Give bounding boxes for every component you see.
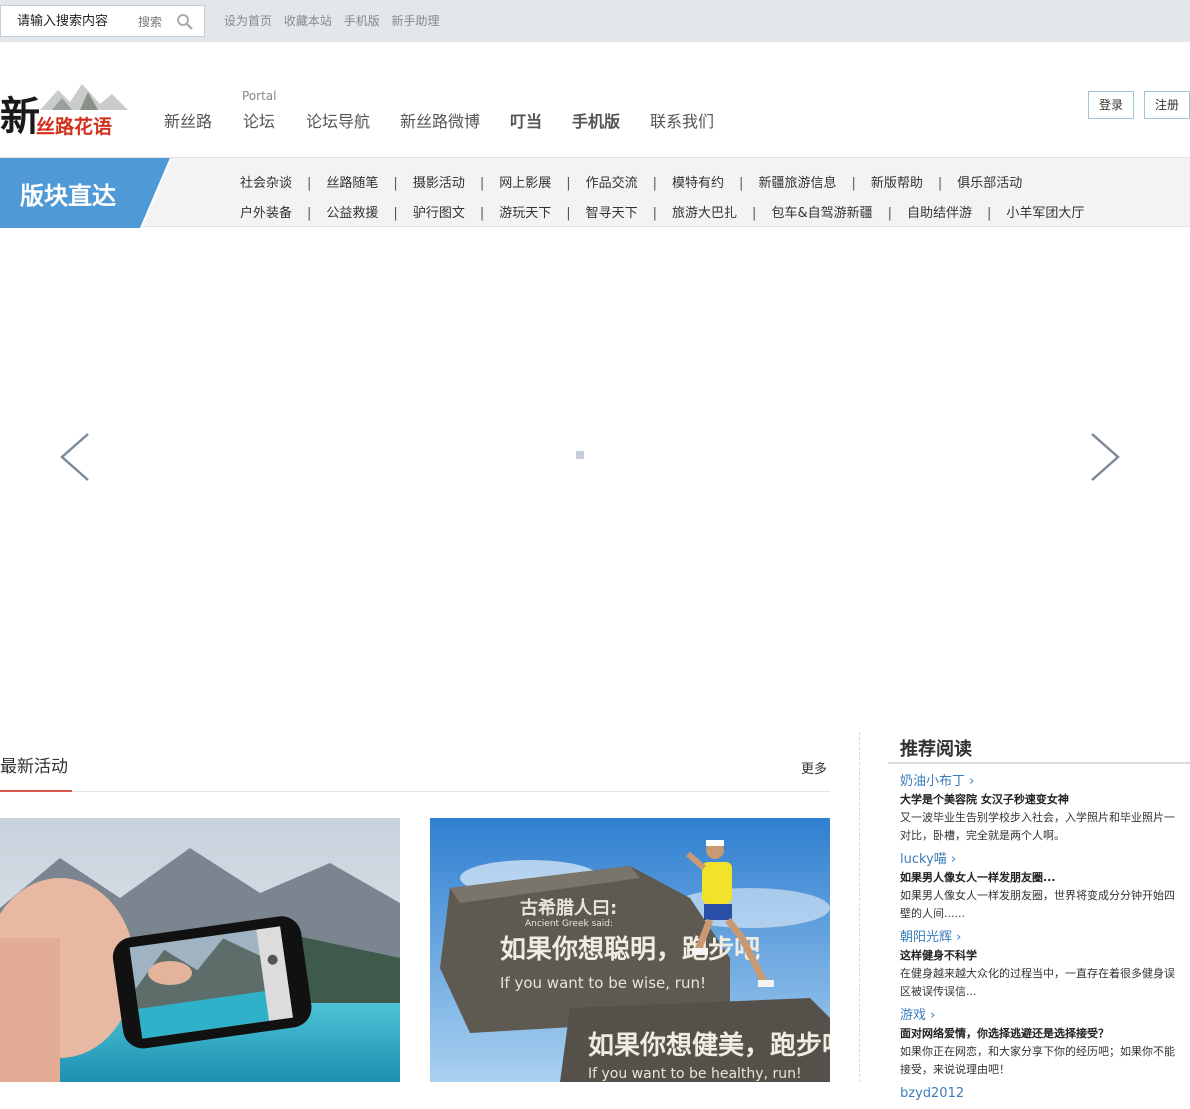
search-box[interactable]: 请输入搜索内容 搜索 xyxy=(0,5,205,37)
set-homepage-link[interactable]: 设为首页 xyxy=(224,14,272,28)
banner-slider xyxy=(0,228,1190,698)
section-link[interactable]: 包车&自驾游新疆 xyxy=(771,202,872,221)
section-link[interactable]: 驴行图文 xyxy=(413,202,465,221)
section-link[interactable]: 智寻天下 xyxy=(586,202,638,221)
section-link[interactable]: 社会杂谈 xyxy=(240,172,292,191)
title-underline xyxy=(888,762,1190,764)
mobile-link[interactable]: 手机版 xyxy=(344,14,380,28)
title-underline xyxy=(0,790,72,792)
section-link[interactable]: 模特有约 xyxy=(672,172,724,191)
section-link[interactable]: 户外装备 xyxy=(240,202,292,221)
nav-dingdang[interactable]: 叮当 xyxy=(510,108,542,132)
author-link[interactable]: 游戏 › xyxy=(900,1007,1182,1025)
poster-text: If you want to be wise, run! xyxy=(500,974,706,992)
article-headline[interactable]: 大学是个美容院 女汉子秒速变女神 xyxy=(900,791,1182,809)
svg-text:新: 新 xyxy=(0,93,40,140)
portal-label: Portal xyxy=(242,89,277,103)
section-row-1: 社会杂谈 | 丝路随笔 | 摄影活动 | 网上影展 | 作品交流 | 模特有约 | 新疆旅游信息 | 新版帮… xyxy=(240,172,1022,191)
poster-text: If you want to be healthy, run! xyxy=(588,1066,802,1082)
author-link[interactable]: bzyd2012 xyxy=(900,1085,1182,1103)
nav-weibo[interactable]: 新丝路微博 xyxy=(400,108,480,132)
newbie-helper-link[interactable]: 新手助理 xyxy=(392,14,440,28)
nav-forum-guide[interactable]: 论坛导航 xyxy=(306,108,370,132)
section-row-2: 户外装备 | 公益救援 | 驴行图文 | 游玩天下 | 智寻天下 | 旅游大巴扎 | 包车&自驾游新疆 |… xyxy=(240,202,1084,221)
article-headline[interactable]: 这样健身不科学 xyxy=(900,947,1182,965)
poster-text: Ancient Greek said: xyxy=(525,919,613,929)
login-button[interactable]: 登录 xyxy=(1088,91,1134,119)
divider xyxy=(0,791,830,792)
nav-xinsilu[interactable]: 新丝路 xyxy=(164,108,212,132)
list-item: 朝阳光辉 › 这样健身不科学 在健身越来越大众化的过程当中，一直存在着很多健身误… xyxy=(900,929,1182,1001)
slider-indicator-dot[interactable] xyxy=(576,451,584,459)
nav-contact[interactable]: 联系我们 xyxy=(650,108,714,132)
article-summary: 如果你正在网恋，和大家分享下你的经历吧；如果你不能接受，来说说理由吧！ xyxy=(900,1045,1175,1076)
section-link[interactable]: 作品交流 xyxy=(586,172,638,191)
activity-thumbnail-runner-stone[interactable]: 古希腊人曰: Ancient Greek said: 如果你想聪明，跑步吧 If… xyxy=(430,818,830,1082)
register-button[interactable]: 注册 xyxy=(1144,91,1190,119)
author-link[interactable]: 奶油小布丁 › xyxy=(900,773,1182,791)
recommended-reading-title: 推荐阅读 xyxy=(900,739,972,760)
more-link[interactable]: 更多 xyxy=(801,758,827,777)
article-headline[interactable]: 如果男人像女人一样发朋友圈... xyxy=(900,869,1182,887)
section-link[interactable]: 小羊军团大厅 xyxy=(1006,202,1084,221)
article-summary: 在健身越来越大众化的过程当中，一直存在着很多健身误区被误传误信... xyxy=(900,967,1175,998)
section-link[interactable]: 旅游大巴扎 xyxy=(672,202,737,221)
section-link[interactable]: 摄影活动 xyxy=(413,172,465,191)
search-input[interactable]: 请输入搜索内容 xyxy=(17,10,108,29)
section-link[interactable]: 新版帮助 xyxy=(871,172,923,191)
author-link[interactable]: 朝阳光辉 › xyxy=(900,929,1182,947)
list-item: lucky喵 › 如果男人像女人一样发朋友圈... 如果男人像女人一样发朋友圈，… xyxy=(900,851,1182,923)
section-link[interactable]: 新疆旅游信息 xyxy=(758,172,836,191)
site-logo[interactable]: 新 丝路花语 xyxy=(0,80,130,140)
list-item: bzyd2012 xyxy=(900,1085,1182,1103)
top-bar: 请输入搜索内容 搜索 设为首页 收藏本站 手机版 新手助理 xyxy=(0,0,1190,42)
poster-text: 如果你想聪明，跑步吧 xyxy=(500,934,760,965)
bookmark-link[interactable]: 收藏本站 xyxy=(284,14,332,28)
section-link[interactable]: 游玩天下 xyxy=(499,202,551,221)
article-summary: 如果男人像女人一样发朋友圈，世界将变成分分钟开始四壁的人间...... xyxy=(900,889,1175,920)
list-item: 奶油小布丁 › 大学是个美容院 女汉子秒速变女神 又一波毕业生告别学校步入社会，… xyxy=(900,773,1182,845)
activity-thumbnail-phone-lake[interactable] xyxy=(0,818,400,1082)
section-link[interactable]: 公益救援 xyxy=(326,202,378,221)
slider-prev-arrow-icon[interactable] xyxy=(58,432,92,482)
section-nav-bar: 版块直达 社会杂谈 | 丝路随笔 | 摄影活动 | 网上影展 | 作品交流 | 模特有约 | 新疆旅游信… xyxy=(0,157,1190,228)
section-link[interactable]: 俱乐部活动 xyxy=(957,172,1022,191)
article-summary: 又一波毕业生告别学校步入社会，入学照片和毕业照片一对比，卧槽，完全就是两个人啊。 xyxy=(900,811,1175,842)
search-button[interactable]: 搜索 xyxy=(138,13,162,30)
svg-text:丝路花语: 丝路花语 xyxy=(36,115,112,138)
poster-text: 古希腊人曰: xyxy=(520,897,617,919)
author-link[interactable]: lucky喵 › xyxy=(900,851,1182,869)
column-divider xyxy=(859,732,860,1082)
section-link[interactable]: 自助结伴游 xyxy=(907,202,972,221)
poster-text: 如果你想健美，跑步吧 xyxy=(588,1030,830,1061)
list-item: 游戏 › 面对网络爱情，你选择逃避还是选择接受？ 如果你正在网恋，和大家分享下你… xyxy=(900,1007,1182,1079)
slider-next-arrow-icon[interactable] xyxy=(1088,432,1122,482)
section-link[interactable]: 网上影展 xyxy=(499,172,551,191)
nav-mobile[interactable]: 手机版 xyxy=(572,108,620,132)
top-links: 设为首页 收藏本站 手机版 新手助理 xyxy=(224,12,448,29)
search-icon[interactable] xyxy=(176,13,194,31)
section-link[interactable]: 丝路随笔 xyxy=(326,172,378,191)
latest-activities-title: 最新活动 xyxy=(0,757,68,777)
article-headline[interactable]: 面对网络爱情，你选择逃避还是选择接受？ xyxy=(900,1025,1182,1043)
section-label: 版块直达 xyxy=(20,182,116,210)
nav-forum[interactable]: 论坛 xyxy=(243,108,275,132)
recommended-list: 奶油小布丁 › 大学是个美容院 女汉子秒速变女神 又一波毕业生告别学校步入社会，… xyxy=(900,773,1182,1109)
